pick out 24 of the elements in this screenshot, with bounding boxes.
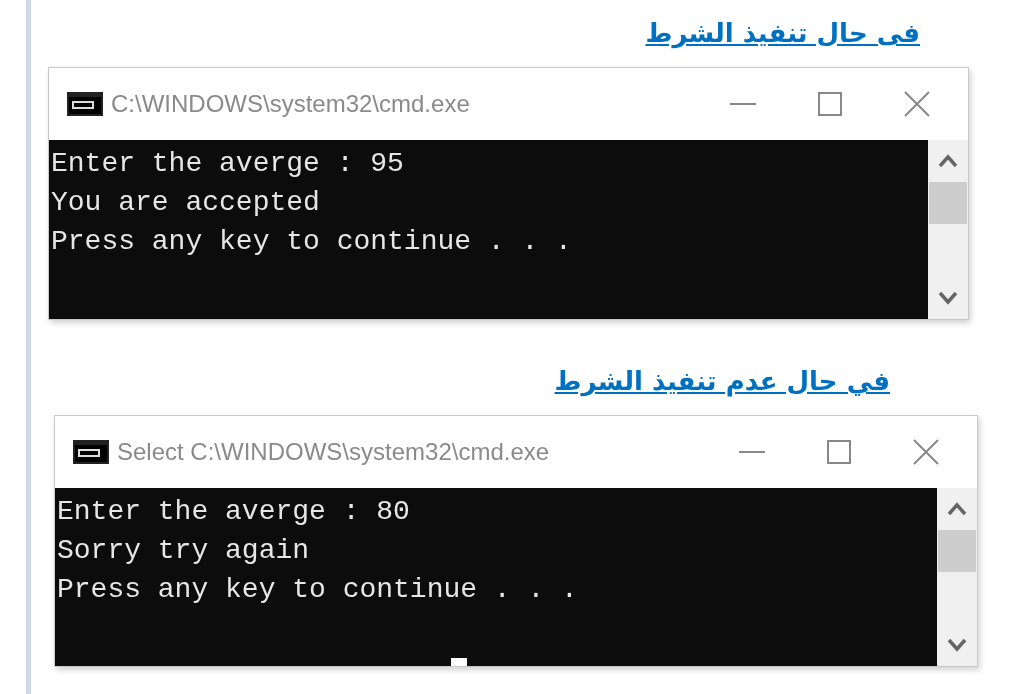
scrollbar-thumb[interactable] [929, 182, 967, 224]
scroll-up-icon[interactable] [938, 154, 958, 168]
maximize-icon[interactable] [818, 92, 842, 116]
section-heading: فی حال تنفيذ الشرط [645, 17, 920, 51]
console-line: Enter the averge : 95 [51, 147, 404, 181]
window-title: Select C:\WINDOWS\system32\cmd.exe [117, 437, 550, 467]
close-icon[interactable] [904, 91, 930, 117]
scroll-up-icon[interactable] [947, 502, 967, 516]
window-title: C:\WINDOWS\system32\cmd.exe [111, 89, 470, 119]
console-line: You are accepted [51, 186, 320, 220]
scrollbar[interactable] [937, 488, 977, 666]
console-line: Sorry try again [57, 534, 310, 568]
scrollbar-thumb[interactable] [938, 530, 976, 572]
maximize-icon[interactable] [827, 440, 851, 464]
console-line: Enter the averge : 80 [57, 495, 410, 529]
scroll-down-icon[interactable] [938, 291, 958, 305]
close-icon[interactable] [913, 439, 939, 465]
console-line: Press any key to continue . . . [57, 573, 578, 607]
scroll-down-icon[interactable] [947, 638, 967, 652]
scrollbar[interactable] [928, 140, 968, 319]
console-icon [67, 92, 103, 116]
console-line: Press any key to continue . . . [51, 225, 572, 259]
section-heading: في حال عدم تنفيذ الشرط [554, 365, 890, 399]
console-icon [73, 440, 109, 464]
